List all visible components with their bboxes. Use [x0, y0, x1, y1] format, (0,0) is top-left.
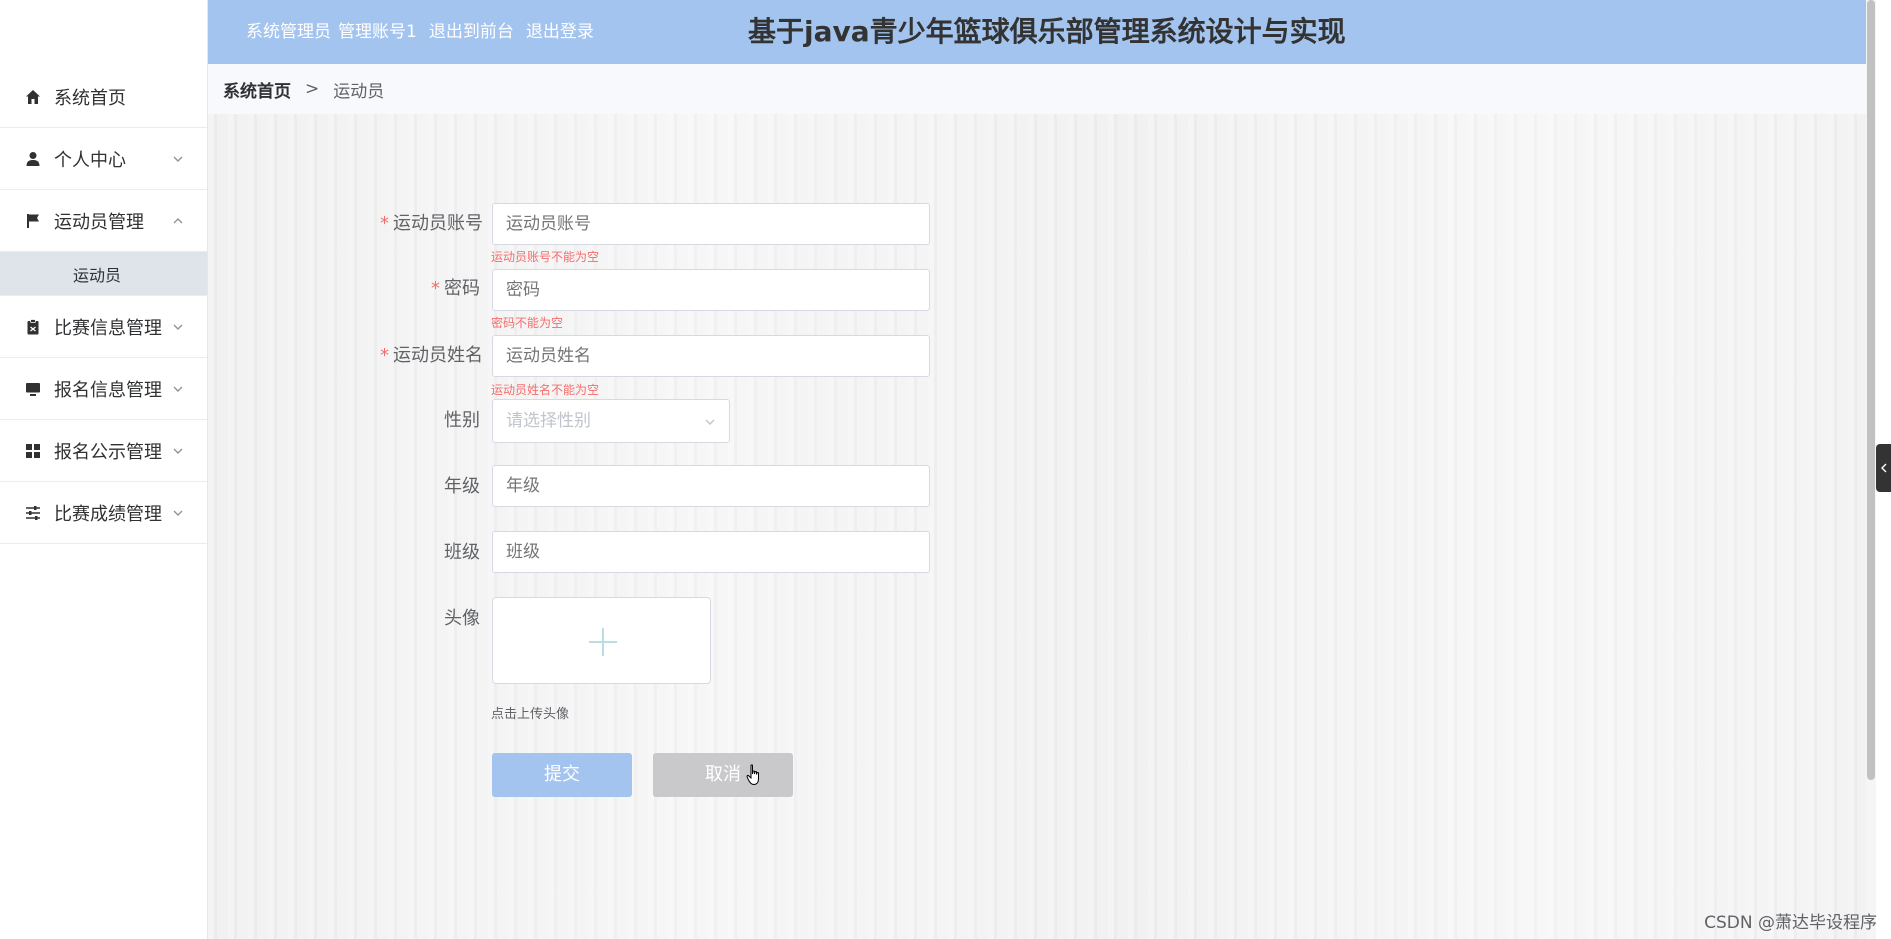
sidebar-subitem-athlete[interactable]: 运动员 — [0, 252, 207, 296]
password-input[interactable] — [492, 269, 930, 311]
sidebar-item-match-results-management[interactable]: 比赛成绩管理 — [0, 482, 207, 544]
sidebar-menu: 系统首页 个人中心 运动员管理 运动员 比赛信息管理 报名信息管理 报名公示管理… — [0, 66, 207, 544]
top-header: 系统管理员 管理账号1 退出到前台 退出登录 基于java青少年篮球俱乐部管理系… — [208, 0, 1876, 64]
avatar-label: 头像 — [444, 608, 480, 629]
chevron-up-icon — [173, 217, 183, 223]
breadcrumb-home[interactable]: 系统首页 — [223, 77, 291, 102]
logout-link[interactable]: 退出登录 — [526, 17, 594, 42]
sidebar-item-athlete-management[interactable]: 运动员管理 — [0, 190, 207, 252]
grid-icon — [24, 442, 42, 460]
required-mark: * — [431, 278, 440, 299]
account-label: * 运动员账号 — [380, 213, 483, 234]
hand-cursor-icon — [746, 764, 759, 786]
sidebar-item-match-info-management[interactable]: 比赛信息管理 — [0, 296, 207, 358]
sidebar-item-label: 个人中心 — [54, 149, 126, 171]
form-row-grade: 年级 — [208, 465, 1108, 509]
sidebar-item-label: 报名公示管理 — [54, 441, 162, 463]
header-links: 系统管理员 管理账号1 退出到前台 退出登录 — [246, 17, 594, 42]
scrollbar-thumb[interactable] — [1867, 0, 1875, 780]
sidebar-item-label: 报名信息管理 — [54, 379, 162, 401]
chevron-down-icon — [705, 419, 715, 425]
sidebar-item-registration-info-management[interactable]: 报名信息管理 — [0, 358, 207, 420]
account-error: 运动员账号不能为空 — [491, 250, 600, 264]
chevron-down-icon — [173, 448, 183, 454]
password-label: * 密码 — [431, 278, 480, 299]
sidebar-item-label: 比赛成绩管理 — [54, 503, 162, 525]
sidebar-item-personal-center[interactable]: 个人中心 — [0, 128, 207, 190]
account-input[interactable] — [492, 203, 930, 245]
watermark: CSDN @萧达毕设程序 — [1704, 913, 1877, 933]
form-row-account: * 运动员账号 — [208, 202, 1108, 246]
main-content: *运动员账号 运动员账号不能为空 *密码 密码不能为空 *运动员姓名 运动员姓名… — [208, 114, 1876, 939]
name-label: * 运动员姓名 — [380, 345, 483, 366]
header-account: 管理账号1 — [338, 22, 417, 42]
monitor-icon — [24, 380, 42, 398]
breadcrumb-current: 运动员 — [333, 81, 385, 102]
grade-label: 年级 — [444, 476, 480, 497]
sidebar-item-label: 比赛信息管理 — [54, 317, 162, 339]
form-row-class: 班级 — [208, 531, 1108, 575]
class-input[interactable] — [492, 531, 930, 573]
sidebar-subitem-label: 运动员 — [73, 265, 122, 285]
submit-button[interactable]: 提交 — [492, 753, 632, 797]
chevron-down-icon — [173, 386, 183, 392]
name-input[interactable] — [492, 335, 930, 377]
breadcrumb-separator: > — [305, 79, 320, 99]
plus-icon — [589, 628, 617, 656]
vertical-scrollbar[interactable] — [1866, 0, 1876, 939]
clipboard-icon — [24, 318, 42, 336]
form-row-avatar: 头像 — [208, 597, 1108, 697]
chevron-left-icon — [1881, 463, 1887, 473]
required-mark: * — [380, 213, 389, 234]
avatar-upload-tip: 点击上传头像 — [491, 707, 570, 722]
name-error: 运动员姓名不能为空 — [491, 383, 600, 397]
sidebar: 系统首页 个人中心 运动员管理 运动员 比赛信息管理 报名信息管理 报名公示管理… — [0, 0, 208, 939]
chevron-down-icon — [173, 324, 183, 330]
chevron-down-icon — [173, 510, 183, 516]
sidebar-item-label: 运动员管理 — [54, 211, 144, 233]
gender-select-placeholder: 请选择性别 — [506, 411, 591, 431]
user-icon — [24, 150, 42, 168]
sidebar-item-label: 系统首页 — [54, 87, 126, 109]
header-role: 系统管理员 — [246, 22, 331, 42]
flag-icon — [24, 212, 42, 230]
chevron-down-icon — [173, 156, 183, 162]
breadcrumb: 系统首页 > 运动员 — [208, 64, 1876, 115]
class-label: 班级 — [444, 542, 480, 563]
grade-input[interactable] — [492, 465, 930, 507]
sidebar-item-home[interactable]: 系统首页 — [0, 66, 207, 128]
form-row-password: * 密码 — [208, 267, 1108, 311]
form-row-name: * 运动员姓名 — [208, 334, 1108, 378]
avatar-upload[interactable] — [492, 597, 711, 684]
cancel-button[interactable]: 取消 — [653, 753, 793, 797]
sliders-icon — [24, 504, 42, 522]
sidebar-item-registration-publicity-management[interactable]: 报名公示管理 — [0, 420, 207, 482]
password-error: 密码不能为空 — [491, 316, 564, 330]
collapse-tab[interactable] — [1876, 444, 1891, 492]
page-title: 基于java青少年篮球俱乐部管理系统设计与实现 — [748, 15, 1346, 48]
exit-to-front-link[interactable]: 退出到前台 — [429, 17, 514, 42]
gender-label: 性别 — [444, 410, 480, 431]
gender-select[interactable]: 请选择性别 — [492, 399, 730, 443]
home-icon — [24, 88, 42, 106]
required-mark: * — [380, 345, 389, 366]
form-row-gender: 性别 请选择性别 — [208, 399, 1108, 443]
